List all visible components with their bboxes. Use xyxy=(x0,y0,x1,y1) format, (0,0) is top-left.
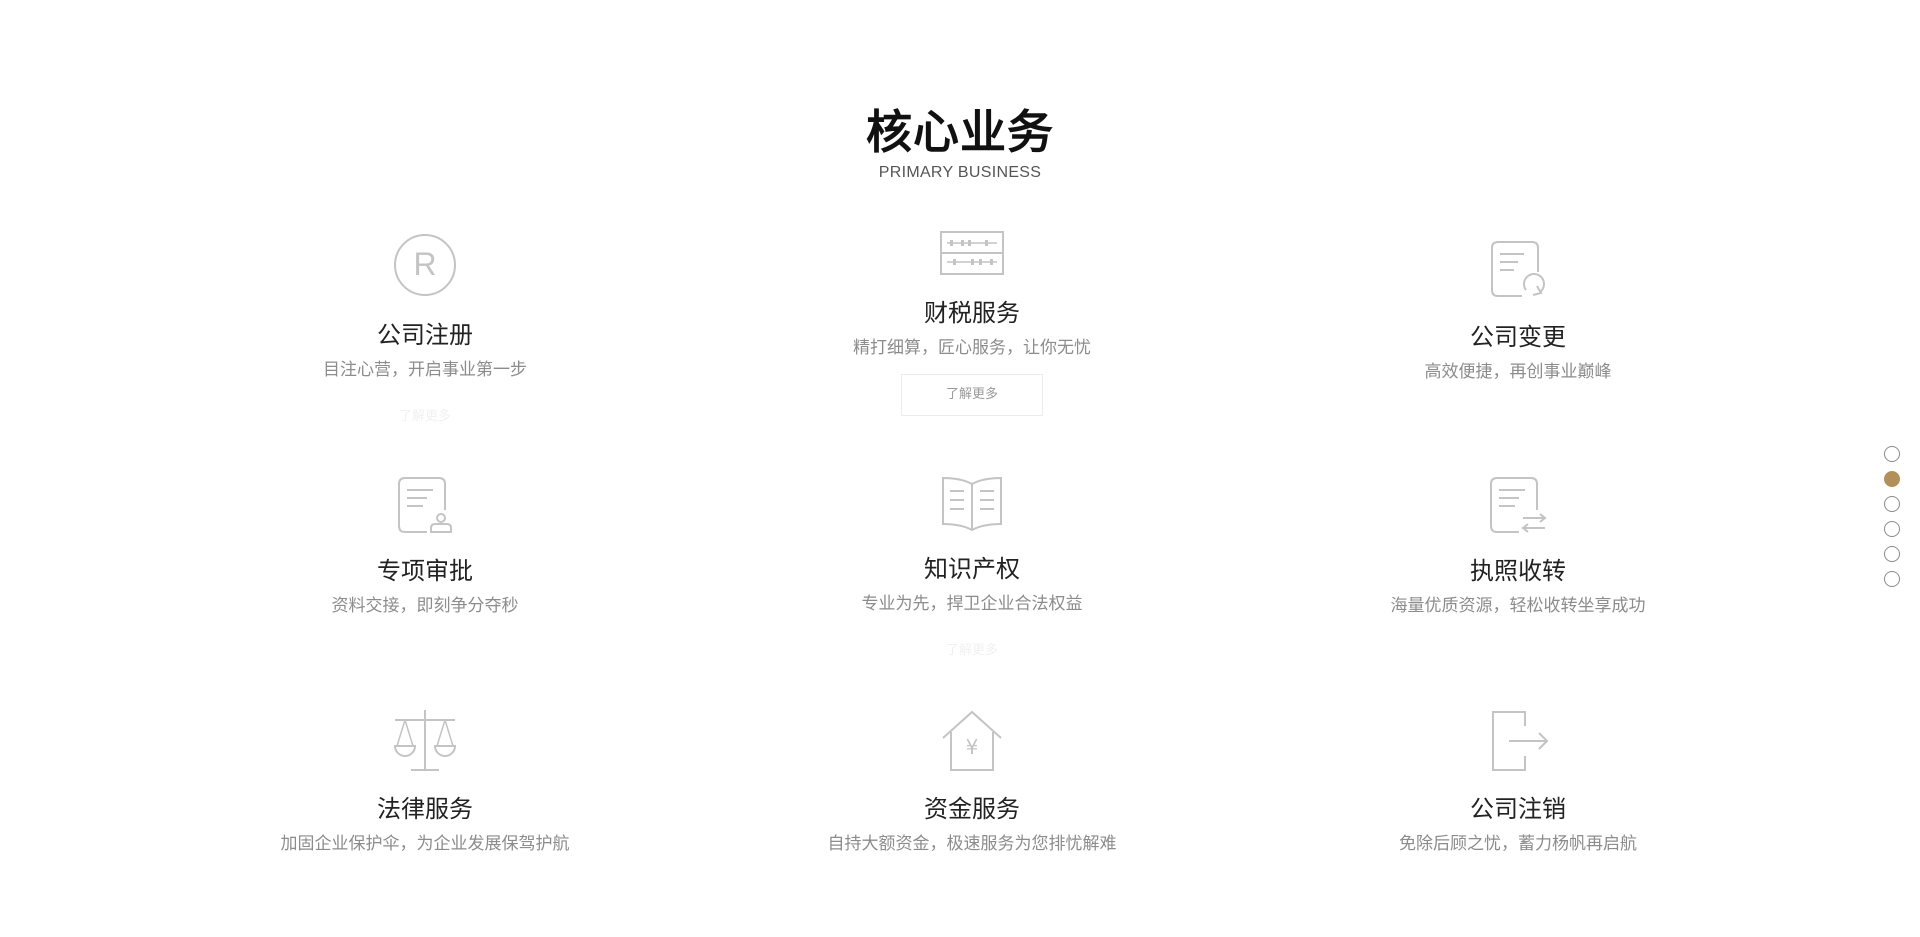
service-description: 目注心营，开启事业第一步 xyxy=(323,360,527,380)
service-title: 专项审批 xyxy=(377,557,473,585)
service-card-license-transfer[interactable]: 执照收转 海量优质资源，轻松收转坐享成功 xyxy=(1308,474,1728,618)
abacus-icon xyxy=(762,228,1182,278)
open-book-icon xyxy=(762,474,1182,534)
pagination-dot-active[interactable] xyxy=(1884,471,1900,487)
exit-door-icon xyxy=(1308,708,1728,774)
balance-scale-icon xyxy=(215,708,635,774)
pagination-dot[interactable] xyxy=(1884,571,1900,587)
service-description: 自持大额资金，极速服务为您排忧解难 xyxy=(827,834,1117,854)
svg-text:R: R xyxy=(413,246,436,282)
section-heading: 核心业务 PRIMARY BUSINESS xyxy=(0,104,1920,182)
document-transfer-icon xyxy=(1308,474,1728,536)
service-card-special-approval[interactable]: 专项审批 资料交接，即刻争分夺秒 xyxy=(215,474,635,618)
service-title: 财税服务 xyxy=(924,299,1020,327)
service-title: 知识产权 xyxy=(924,555,1020,583)
learn-more-button[interactable]: 了解更多 xyxy=(901,630,1043,672)
service-card-company-change[interactable]: 公司变更 高效便捷，再创事业巅峰 xyxy=(1308,238,1728,384)
house-yuan-icon: ¥ xyxy=(762,708,1182,774)
service-description: 专业为先，捍卫企业合法权益 xyxy=(861,594,1083,614)
section-title: 核心业务 xyxy=(866,105,1054,159)
service-title: 公司注销 xyxy=(1470,795,1566,823)
pagination-dot[interactable] xyxy=(1884,521,1900,537)
pagination-dot[interactable] xyxy=(1884,496,1900,512)
learn-more-button[interactable]: 了解更多 xyxy=(901,374,1043,416)
core-business-page: 核心业务 PRIMARY BUSINESS R 公司注册 目注心营，开启事业第一… xyxy=(0,0,1920,937)
service-description: 高效便捷，再创事业巅峰 xyxy=(1424,362,1612,382)
learn-more-button[interactable]: 了解更多 xyxy=(354,396,496,438)
section-pagination xyxy=(1884,446,1904,596)
service-description: 精打细算，匠心服务，让你无忧 xyxy=(853,338,1091,358)
section-subtitle: PRIMARY BUSINESS xyxy=(878,164,1042,181)
service-card-funding-services[interactable]: ¥ 资金服务 自持大额资金，极速服务为您排忧解难 xyxy=(762,708,1182,856)
document-stamp-icon xyxy=(215,474,635,536)
pagination-dot[interactable] xyxy=(1884,446,1900,462)
service-card-legal-services[interactable]: 法律服务 加固企业保护伞，为企业发展保驾护航 xyxy=(215,708,635,856)
registered-trademark-icon: R xyxy=(215,230,635,300)
pagination-dot[interactable] xyxy=(1884,546,1900,562)
service-description: 海量优质资源，轻松收转坐享成功 xyxy=(1390,596,1646,616)
service-card-intellectual-property[interactable]: 知识产权 专业为先，捍卫企业合法权益 了解更多 xyxy=(762,474,1182,672)
document-refresh-icon xyxy=(1308,238,1728,302)
service-title: 执照收转 xyxy=(1470,557,1566,585)
service-card-company-registration[interactable]: R 公司注册 目注心营，开启事业第一步 了解更多 xyxy=(215,230,635,438)
service-title: 资金服务 xyxy=(924,795,1020,823)
service-title: 法律服务 xyxy=(377,795,473,823)
svg-text:¥: ¥ xyxy=(966,735,979,759)
service-description: 资料交接，即刻争分夺秒 xyxy=(331,596,519,616)
service-card-tax-services[interactable]: 财税服务 精打细算，匠心服务，让你无忧 了解更多 xyxy=(762,228,1182,416)
service-card-company-deregistration[interactable]: 公司注销 免除后顾之忧，蓄力杨帆再启航 xyxy=(1308,708,1728,856)
service-description: 加固企业保护伞，为企业发展保驾护航 xyxy=(280,834,570,854)
service-title: 公司注册 xyxy=(377,321,473,349)
service-description: 免除后顾之忧，蓄力杨帆再启航 xyxy=(1399,834,1637,854)
service-title: 公司变更 xyxy=(1470,323,1566,351)
